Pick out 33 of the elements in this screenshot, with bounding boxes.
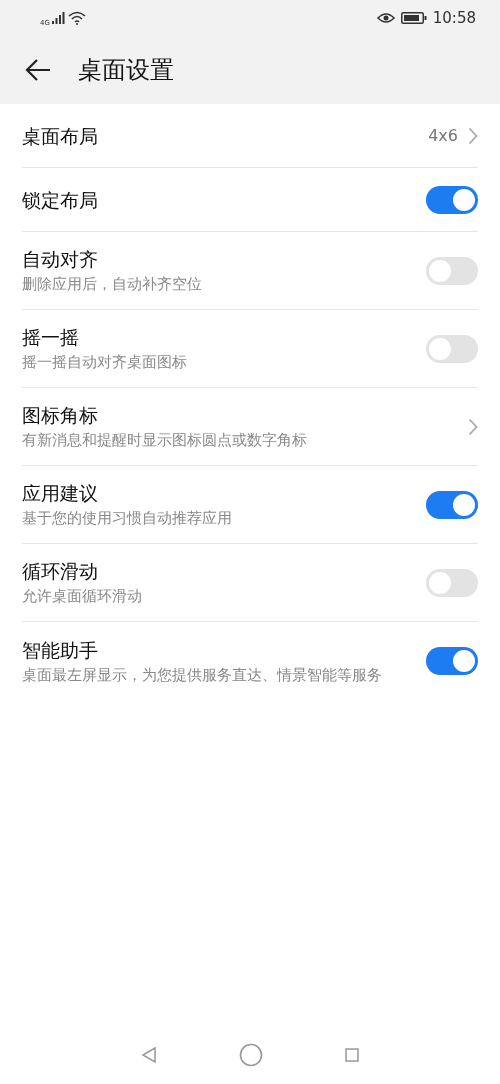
back-nav-button[interactable] [141, 1046, 157, 1064]
chevron-right-icon [468, 126, 478, 145]
setting-description: 允许桌面循环滑动 [22, 586, 142, 607]
setting-description: 有新消息和提醒时显示图标圆点或数字角标 [22, 430, 307, 451]
setting-title: 循环滑动 [22, 559, 99, 584]
toggle-switch[interactable] [426, 185, 478, 214]
toggle-switch[interactable] [426, 256, 478, 285]
toggle-switch[interactable] [426, 568, 478, 597]
setting-title: 锁定布局 [22, 187, 98, 213]
setting-title: 自动对齐 [22, 247, 99, 272]
battery-icon [400, 12, 427, 24]
clock-time: 10:58 [432, 7, 476, 29]
toggle-switch[interactable] [426, 490, 478, 519]
setting-title: 应用建议 [22, 481, 99, 506]
setting-description: 桌面最左屏显示，为您提供服务直达、情景智能等服务 [22, 664, 382, 686]
toggle-switch[interactable] [426, 334, 478, 363]
chevron-right-icon [468, 417, 478, 436]
setting-title: 摇一摇 [22, 325, 80, 350]
toggle-switch[interactable] [426, 647, 478, 675]
setting-value: 4x6 [428, 124, 458, 147]
setting-description: 基于您的使用习惯自动推荐应用 [22, 508, 232, 529]
recents-nav-button[interactable] [345, 1048, 359, 1062]
setting-description: 删除应用后，自动补齐空位 [22, 274, 202, 295]
eye-icon [376, 11, 395, 25]
setting-title: 智能助手 [22, 637, 99, 663]
back-arrow-icon [24, 58, 52, 82]
home-nav-button[interactable] [239, 1043, 263, 1067]
signal-icon [51, 12, 66, 24]
page-title: 桌面设置 [78, 55, 174, 86]
setting-title: 桌面布局 [22, 123, 98, 149]
setting-title: 图标角标 [22, 403, 99, 428]
setting-description: 摇一摇自动对齐桌面图标 [22, 352, 187, 373]
wifi-icon [67, 11, 86, 25]
